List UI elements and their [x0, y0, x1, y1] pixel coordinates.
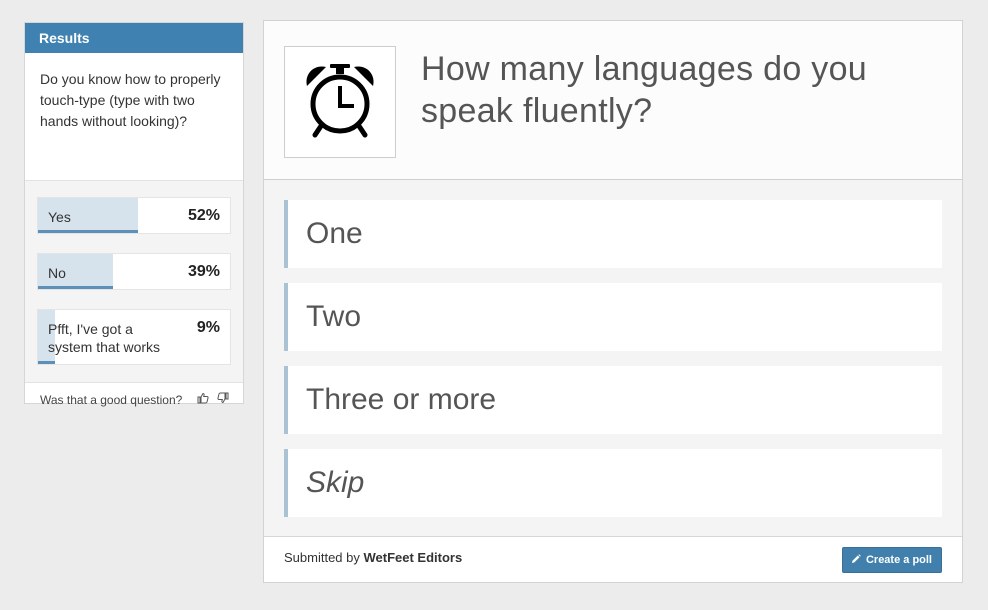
- result-label-pfft: Pfft, I've got a system that works: [48, 321, 161, 355]
- result-row-yes: Yes 52%: [37, 197, 231, 234]
- poll-header: How many languages do you speak fluently…: [264, 21, 962, 180]
- result-label-no: No: [48, 265, 66, 281]
- feedback-buttons: [197, 383, 229, 417]
- option-one[interactable]: One: [284, 200, 942, 268]
- result-percent-yes: 52%: [187, 207, 220, 224]
- thumbs-down-icon[interactable]: [217, 383, 229, 417]
- submitted-author[interactable]: WetFeet Editors: [364, 550, 463, 565]
- result-percent-no: 39%: [187, 263, 220, 280]
- submitted-prefix: Submitted by: [284, 550, 360, 565]
- result-label-yes: Yes: [48, 209, 71, 225]
- option-skip[interactable]: Skip: [284, 449, 942, 517]
- feedback-text: Was that a good question?: [40, 393, 183, 407]
- results-question: Do you know how to properly touch-type (…: [25, 53, 243, 181]
- result-percent-pfft: 9%: [196, 319, 220, 336]
- results-list: Yes 52% No 39% Pfft, I've got a system t…: [25, 181, 243, 383]
- create-poll-label: Create a poll: [865, 554, 932, 566]
- poll-footer: Submitted by WetFeet Editors Create a po…: [264, 537, 962, 583]
- create-poll-button[interactable]: Create a poll: [841, 547, 942, 573]
- result-row-no: No 39%: [37, 253, 231, 290]
- alarm-clock-icon: [300, 60, 380, 145]
- result-row-pfft: Pfft, I've got a system that works 9%: [37, 309, 231, 365]
- results-header: Results: [25, 23, 243, 53]
- feedback-row: Was that a good question?: [25, 383, 243, 417]
- results-panel: Results Do you know how to properly touc…: [24, 22, 244, 407]
- submitted-by: Submitted by WetFeet Editors: [284, 550, 462, 565]
- poll-question: How many languages do you speak fluently…: [421, 50, 867, 130]
- poll-options: One Two Three or more Skip: [264, 180, 962, 537]
- pencil-icon: [851, 553, 861, 567]
- poll-card: How many languages do you speak fluently…: [263, 20, 963, 583]
- poll-image: [284, 46, 396, 158]
- thumbs-up-icon[interactable]: [197, 383, 209, 417]
- option-three-or-more[interactable]: Three or more: [284, 366, 942, 434]
- option-two[interactable]: Two: [284, 283, 942, 351]
